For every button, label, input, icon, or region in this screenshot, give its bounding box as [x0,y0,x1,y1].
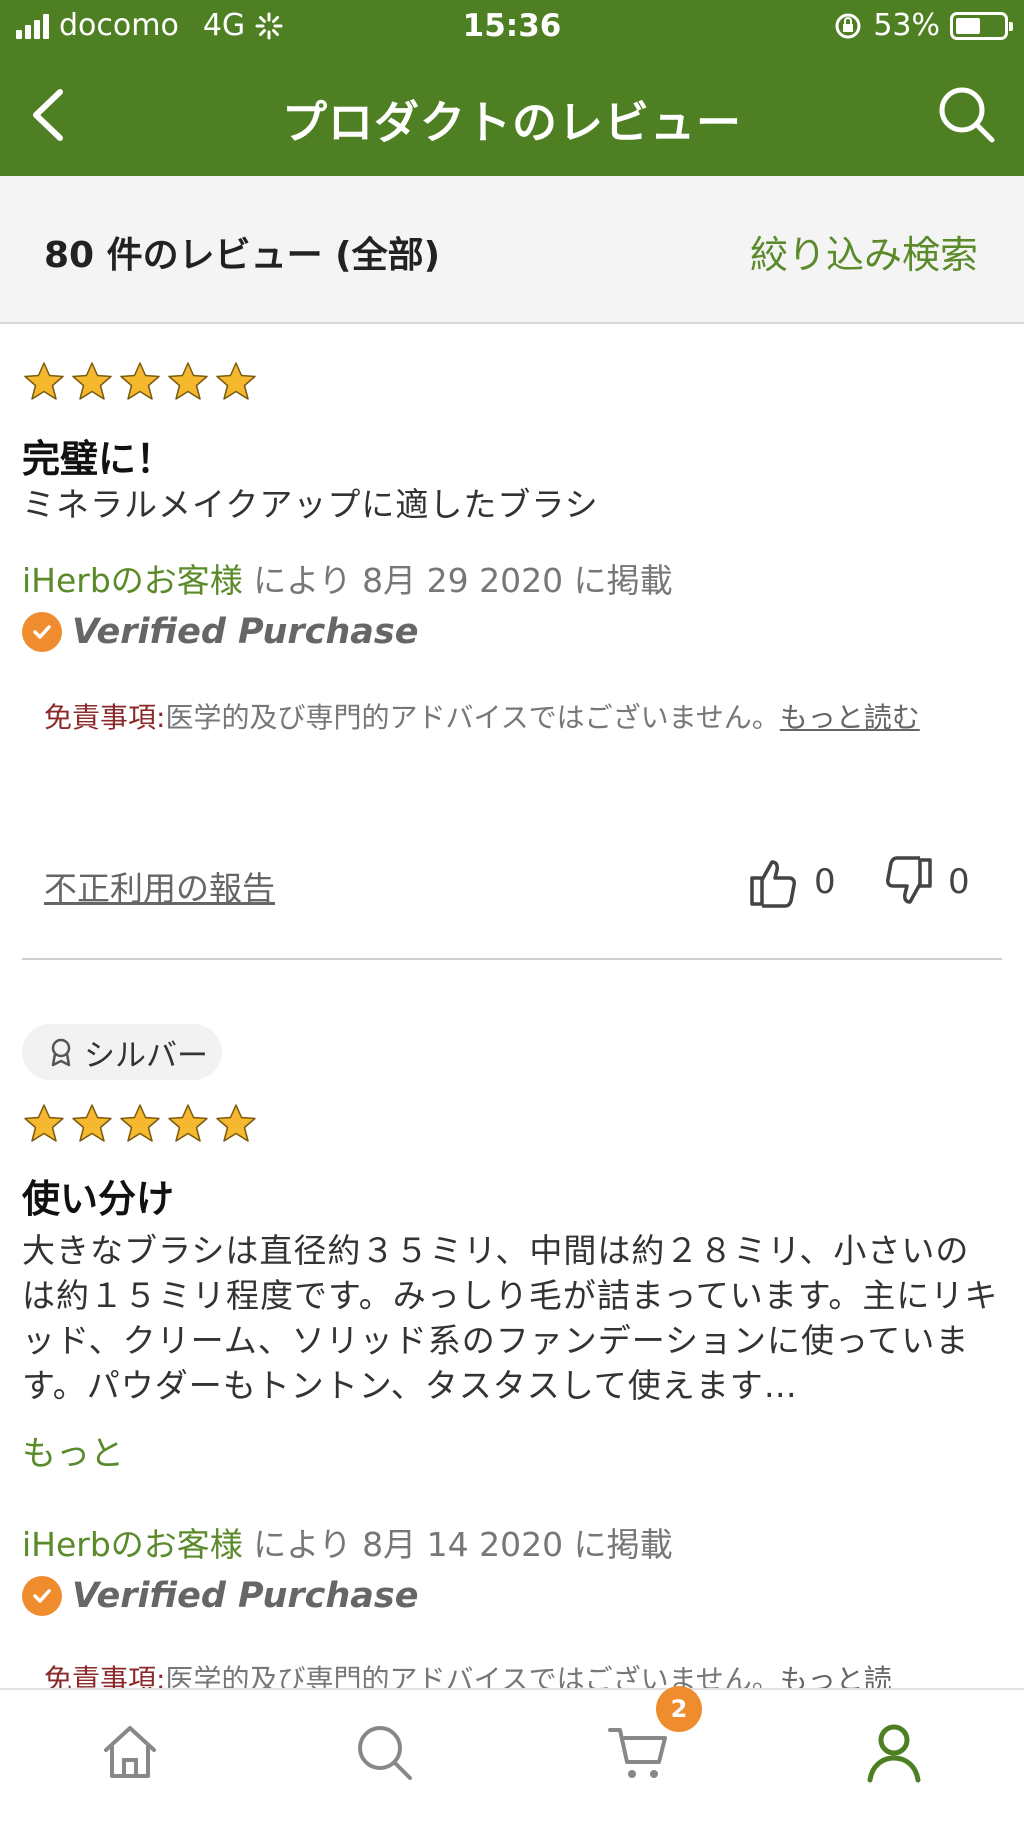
more-link[interactable]: もっと [22,1426,124,1475]
review-meta: iHerbのお客様 により 8月 29 2020 に掲載 [22,554,673,602]
page-title: プロダクトのレビュー [281,96,742,149]
report-abuse-link[interactable]: 不正利用の報告 [44,862,275,910]
checkmark-icon [22,612,62,652]
like-count: 0 [814,862,836,902]
star-icon [120,1104,160,1142]
verified-label: Verified Purchase [72,612,419,652]
star-rating [22,360,258,404]
review-title: 完璧に！ [22,437,175,481]
search-icon[interactable] [934,82,998,146]
read-more-link[interactable]: もっと読む [780,701,920,734]
review-meta: iHerbのお客様 により 8月 14 2020 に掲載 [22,1518,673,1566]
status-bar: docomo 4G 15:36 53% [0,0,1024,56]
cart-icon[interactable] [606,1720,670,1784]
search-icon[interactable] [352,1720,416,1784]
star-icon [168,362,208,400]
review-title: 使い分け [22,1177,175,1221]
filter-button[interactable]: 絞り込み検索 [750,224,978,279]
star-icon [216,1104,256,1142]
orientation-lock-icon [835,13,861,38]
home-icon[interactable] [98,1720,162,1784]
verified-purchase: Verified Purchase [22,612,419,652]
review-author[interactable]: iHerbのお客様 [22,1525,243,1564]
star-icon [216,362,256,400]
nav-bar: プロダクトのレビュー [0,56,1024,176]
filter-bar: 80 件のレビュー (全部) 絞り込み検索 [0,176,1024,324]
tab-bar: 2 [0,1686,1024,1823]
disclaimer-label: 免責事項: [44,701,166,734]
dislike-button[interactable]: 0 [880,854,970,910]
dislike-count: 0 [948,862,970,902]
battery-icon [950,11,1013,40]
disclaimer: 免責事項:医学的及び専門的アドバイスではございません。もっと読む [44,698,984,738]
review-divider [22,958,1002,960]
review-date: により 8月 14 2020 に掲載 [242,1525,673,1564]
review-body: 大きなブラシは直径約３５ミリ、中間は約２８ミリ、小さいのは約１５ミリ程度です。み… [22,1231,999,1405]
review-card: 完璧に！ ミネラルメイクアップに適したブラシ iHerbのお客様 により 8月 … [0,324,1024,964]
review-author[interactable]: iHerbのお客様 [22,561,243,600]
review-date: により 8月 29 2020 に掲載 [242,561,673,600]
like-button[interactable]: 0 [746,854,836,910]
medal-icon [51,1038,71,1067]
verified-purchase: Verified Purchase [22,1576,419,1616]
star-icon [72,1104,112,1142]
star-icon [168,1104,208,1142]
rank-label: シルバー [84,1037,208,1074]
disclaimer-text: 医学的及び専門的アドバイスではございません。 [165,701,780,734]
battery-percent: 53% [873,8,940,43]
battery-fill [956,17,980,34]
thumbs-down-icon [886,856,932,904]
star-icon [72,362,112,400]
verified-label: Verified Purchase [72,1576,419,1616]
checkmark-icon [22,1576,62,1616]
star-icon [24,1104,64,1142]
star-icon [120,362,160,400]
thumbs-up-icon [750,860,796,908]
account-icon[interactable] [862,1720,926,1784]
cart-count-badge: 2 [656,1686,702,1732]
review-count: 80 件のレビュー (全部) [44,235,441,276]
status-right: 53% [833,8,1013,43]
star-rating [22,1102,258,1146]
star-icon [24,362,64,400]
rank-badge: シルバー [22,1024,222,1080]
review-card: シルバー 使い分け 大きなブラシは直径約３５ミリ、中間は約２８ミリ、小さいのは約… [0,1022,1024,1696]
review-body: ミネラルメイクアップに適したブラシ [22,485,599,524]
